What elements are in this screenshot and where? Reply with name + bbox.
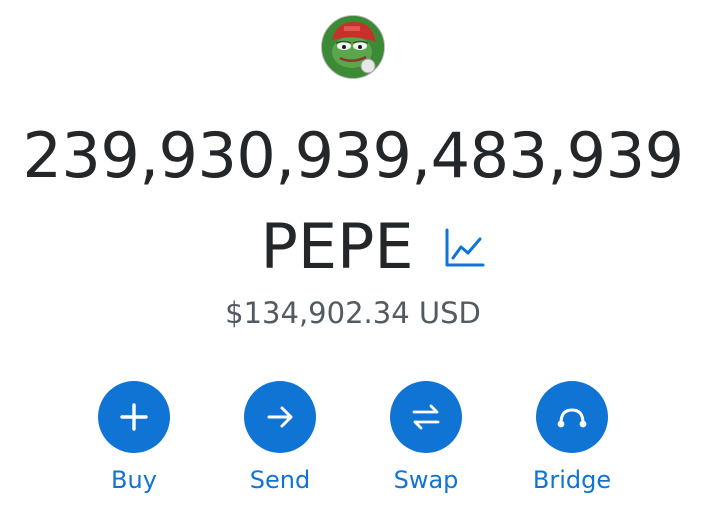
- send-button[interactable]: Send: [225, 381, 335, 495]
- buy-button[interactable]: Buy: [79, 381, 189, 495]
- send-label: Send: [249, 466, 311, 494]
- swap-arrows-icon: [390, 381, 462, 453]
- bridge-label: Bridge: [532, 466, 612, 494]
- swap-button[interactable]: Swap: [371, 381, 481, 495]
- swap-label: Swap: [393, 466, 459, 494]
- token-overview: 239,930,939,483,939 PEPE $134,902.34 USD…: [0, 0, 706, 519]
- pepe-frog-icon: [321, 15, 385, 79]
- arrow-right-icon: [244, 381, 316, 453]
- token-symbol-row: PEPE: [0, 210, 706, 284]
- action-bar: Buy Send Swap Bridge: [0, 381, 706, 501]
- bridge-button[interactable]: Bridge: [517, 381, 627, 495]
- fiat-balance: $134,902.34 USD: [225, 296, 481, 330]
- token-symbol: PEPE: [260, 210, 414, 283]
- plus-icon: [98, 381, 170, 453]
- line-chart-icon[interactable]: [442, 226, 486, 270]
- buy-label: Buy: [111, 466, 157, 494]
- token-balance: 239,930,939,483,939: [22, 119, 684, 192]
- bridge-icon: [536, 381, 608, 453]
